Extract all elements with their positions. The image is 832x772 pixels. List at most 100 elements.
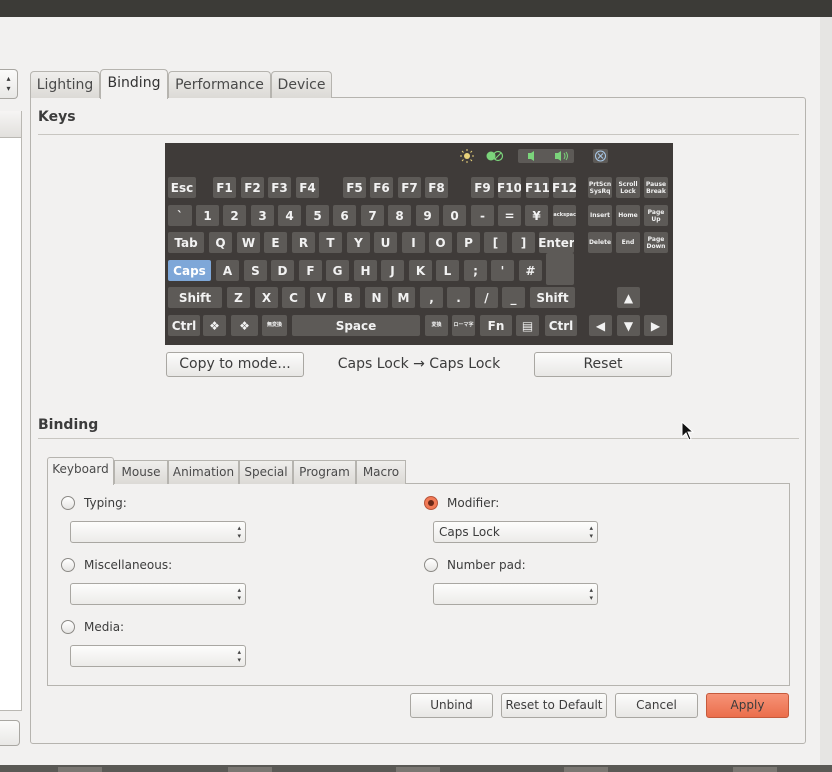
- key-n[interactable]: N: [365, 287, 388, 308]
- key-quote[interactable]: ': [491, 260, 514, 281]
- tab-lighting[interactable]: Lighting: [30, 71, 100, 98]
- key-u[interactable]: U: [374, 232, 397, 253]
- key-f10[interactable]: F10: [498, 177, 521, 198]
- key-a[interactable]: A: [216, 260, 239, 281]
- key-4[interactable]: 4: [278, 205, 301, 226]
- key-y[interactable]: Y: [347, 232, 370, 253]
- key-end[interactable]: End: [616, 232, 640, 253]
- key-hash[interactable]: #: [519, 260, 542, 281]
- key-comma[interactable]: ,: [420, 287, 443, 308]
- key-f[interactable]: F: [299, 260, 322, 281]
- key-minus[interactable]: -: [471, 205, 494, 226]
- key-left-bracket[interactable]: [: [484, 232, 507, 253]
- key-2[interactable]: 2: [223, 205, 246, 226]
- key-insert[interactable]: Insert: [588, 205, 612, 226]
- key-right-super[interactable]: ❖: [231, 315, 258, 336]
- key-z[interactable]: Z: [227, 287, 250, 308]
- subtab-animation[interactable]: Animation: [168, 460, 239, 484]
- key-backspace[interactable]: Backspace: [553, 205, 576, 226]
- key-j[interactable]: J: [381, 260, 404, 281]
- key-6[interactable]: 6: [333, 205, 356, 226]
- key-arrow-down[interactable]: ▼: [617, 315, 640, 336]
- key-muhenkan[interactable]: 無変換: [262, 315, 287, 336]
- key-q[interactable]: Q: [209, 232, 232, 253]
- key-left-shift[interactable]: Shift: [168, 287, 222, 308]
- typing-radio[interactable]: [61, 496, 75, 510]
- key-equals[interactable]: =: [498, 205, 521, 226]
- key-romaji[interactable]: ローマ字: [452, 315, 475, 336]
- key-e[interactable]: E: [264, 232, 287, 253]
- key-b[interactable]: B: [337, 287, 360, 308]
- key-i[interactable]: I: [402, 232, 425, 253]
- key-l[interactable]: L: [436, 260, 459, 281]
- key-5[interactable]: 5: [306, 205, 329, 226]
- key-f12[interactable]: F12: [553, 177, 576, 198]
- key-menu[interactable]: ▤: [516, 315, 539, 336]
- key-0[interactable]: 0: [443, 205, 466, 226]
- key-fn[interactable]: Fn: [480, 315, 512, 336]
- tab-binding[interactable]: Binding: [100, 69, 168, 99]
- key-t[interactable]: T: [319, 232, 342, 253]
- key-pause-break[interactable]: Pause Break: [644, 177, 668, 198]
- key-p[interactable]: P: [457, 232, 480, 253]
- key-page-up[interactable]: Page Up: [644, 205, 668, 226]
- key-f9[interactable]: F9: [471, 177, 494, 198]
- key-left-super[interactable]: ❖: [203, 315, 226, 336]
- key-henkan[interactable]: 変換: [425, 315, 448, 336]
- subtab-macro[interactable]: Macro: [356, 460, 406, 484]
- key-semicolon[interactable]: ;: [464, 260, 487, 281]
- key-caps-lock[interactable]: Caps: [168, 260, 211, 281]
- subtab-program[interactable]: Program: [293, 460, 356, 484]
- copy-to-mode-button[interactable]: Copy to mode...: [166, 352, 304, 377]
- key-7[interactable]: 7: [361, 205, 384, 226]
- key-slash[interactable]: /: [475, 287, 498, 308]
- key-d[interactable]: D: [271, 260, 294, 281]
- modifier-radio[interactable]: [424, 496, 438, 510]
- key-h[interactable]: H: [354, 260, 377, 281]
- key-print-screen[interactable]: PrtScn SysRq: [588, 177, 612, 198]
- miscellaneous-radio[interactable]: [61, 558, 75, 572]
- number-pad-radio[interactable]: [424, 558, 438, 572]
- number-pad-combo[interactable]: ▴ ▾: [433, 583, 598, 605]
- reset-to-default-button[interactable]: Reset to Default: [501, 693, 607, 718]
- key-3[interactable]: 3: [251, 205, 274, 226]
- key-r[interactable]: R: [292, 232, 315, 253]
- key-right-bracket[interactable]: ]: [512, 232, 535, 253]
- key-o[interactable]: O: [429, 232, 452, 253]
- miscellaneous-combo[interactable]: ▴ ▾: [70, 583, 246, 605]
- apply-button[interactable]: Apply: [706, 693, 789, 718]
- key-left-ctrl[interactable]: Ctrl: [168, 315, 200, 336]
- tab-device[interactable]: Device: [271, 71, 332, 98]
- media-radio[interactable]: [61, 620, 75, 634]
- key-arrow-left[interactable]: ◀: [589, 315, 612, 336]
- modifier-combo[interactable]: Caps Lock ▴ ▾: [433, 521, 598, 543]
- key-f6[interactable]: F6: [370, 177, 393, 198]
- mode-spinner[interactable]: ▴ ▾: [0, 69, 18, 99]
- key-esc[interactable]: Esc: [168, 177, 196, 198]
- key-backtick[interactable]: `: [168, 205, 192, 226]
- unbind-button[interactable]: Unbind: [410, 693, 493, 718]
- key-page-down[interactable]: Page Down: [644, 232, 668, 253]
- key-w[interactable]: W: [237, 232, 260, 253]
- key-f1[interactable]: F1: [213, 177, 236, 198]
- key-1[interactable]: 1: [196, 205, 219, 226]
- key-right-ctrl[interactable]: Ctrl: [545, 315, 577, 336]
- key-s[interactable]: S: [244, 260, 267, 281]
- key-f7[interactable]: F7: [398, 177, 421, 198]
- key-period[interactable]: .: [447, 287, 470, 308]
- key-9[interactable]: 9: [416, 205, 439, 226]
- subtab-special[interactable]: Special: [239, 460, 293, 484]
- tab-performance[interactable]: Performance: [168, 71, 271, 98]
- key-tab[interactable]: Tab: [168, 232, 204, 253]
- key-m[interactable]: M: [392, 287, 415, 308]
- key-g[interactable]: G: [326, 260, 349, 281]
- profile-list-button[interactable]: [0, 720, 20, 746]
- cancel-button[interactable]: Cancel: [615, 693, 698, 718]
- key-home[interactable]: Home: [616, 205, 640, 226]
- key-f11[interactable]: F11: [526, 177, 549, 198]
- media-combo[interactable]: ▴ ▾: [70, 645, 246, 667]
- key-arrow-up[interactable]: ▲: [617, 287, 640, 308]
- key-f3[interactable]: F3: [268, 177, 291, 198]
- key-underscore[interactable]: _: [502, 287, 525, 308]
- key-enter[interactable]: Enter: [539, 232, 574, 253]
